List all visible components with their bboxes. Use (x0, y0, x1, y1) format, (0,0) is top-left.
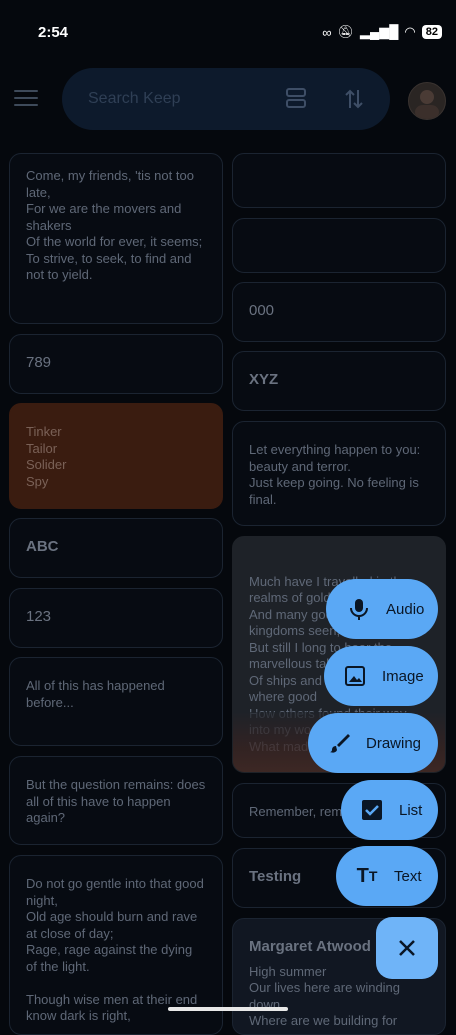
image-button[interactable]: Image (324, 646, 438, 706)
wifi-icon: ◠ (404, 24, 416, 39)
brush-icon (326, 730, 352, 756)
status-icons: ∞ 🔕︎ ▂▄▆█ ◠ 82 (322, 24, 442, 40)
note-card[interactable]: But the question remains: does all of th… (9, 756, 223, 845)
audio-label: Audio (386, 600, 425, 618)
note-text: 000 (249, 302, 275, 319)
sort-icon[interactable] (344, 88, 364, 110)
layout-toggle-icon[interactable] (286, 88, 306, 108)
status-bar: 2:54 ∞ 🔕︎ ▂▄▆█ ◠ 82 (0, 0, 456, 62)
image-label: Image (382, 667, 424, 685)
note-card[interactable]: Come, my friends, 'tis not too late, For… (9, 153, 223, 324)
search-bar[interactable]: Search Keep (62, 68, 390, 130)
note-card[interactable]: Let everything happen to you: beauty and… (232, 421, 446, 526)
avatar[interactable] (408, 82, 446, 120)
note-text: 789 (26, 354, 52, 371)
note-card[interactable] (232, 153, 446, 208)
note-card[interactable] (232, 218, 446, 273)
note-card[interactable]: ABC (9, 518, 223, 578)
link-icon: ∞ (322, 24, 332, 40)
close-button[interactable] (376, 917, 438, 979)
text-format-icon: TT (356, 864, 378, 887)
note-text: Tinker Tailor Solider Spy (26, 424, 67, 489)
status-time: 2:54 (38, 24, 69, 41)
text-button[interactable]: TT Text (336, 846, 438, 906)
drawing-button[interactable]: Drawing (308, 713, 438, 773)
note-text: But the question remains: does all of th… (26, 777, 206, 825)
note-text: Let everything happen to you: beauty and… (249, 442, 421, 507)
note-text: ABC (26, 538, 59, 555)
note-card[interactable]: 789 (9, 334, 223, 394)
note-text: Come, my friends, 'tis not too late, For… (26, 168, 203, 282)
audio-button[interactable]: Audio (326, 579, 438, 639)
signal-icon: ▂▄▆█ (359, 24, 399, 39)
note-card[interactable]: 123 (9, 588, 223, 648)
note-text: XYZ (249, 371, 279, 388)
image-icon (342, 663, 368, 689)
top-bar: Search Keep (0, 68, 456, 132)
mute-icon: 🔕︎ (337, 24, 354, 39)
drawing-label: Drawing (366, 734, 422, 752)
note-card[interactable]: XYZ (232, 351, 446, 411)
list-label: List (399, 801, 423, 819)
note-card[interactable]: All of this has happened before... (9, 657, 223, 746)
note-text: Testing (249, 868, 302, 885)
note-card[interactable]: 000 (232, 282, 446, 342)
note-text: 123 (26, 608, 52, 625)
note-text: Remember, rem (249, 804, 343, 819)
microphone-icon (346, 596, 372, 622)
note-card[interactable]: Tinker Tailor Solider Spy (9, 403, 223, 509)
note-text: Do not go gentle into that good night, O… (26, 876, 204, 1023)
battery-icon: 82 (421, 25, 442, 39)
note-text: All of this has happened before... (26, 678, 165, 710)
menu-icon[interactable] (14, 90, 38, 108)
close-icon (399, 940, 415, 956)
checkbox-icon (359, 797, 385, 823)
text-label: Text (394, 867, 422, 885)
search-placeholder: Search Keep (88, 90, 181, 107)
list-button[interactable]: List (341, 780, 438, 840)
home-indicator[interactable] (168, 1007, 288, 1011)
